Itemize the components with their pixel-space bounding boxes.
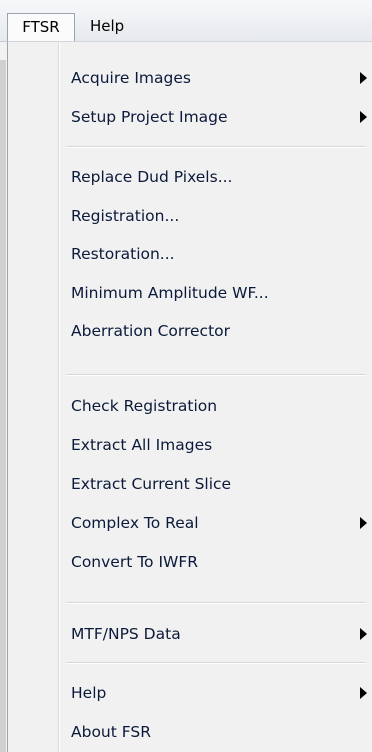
menu-item-label: Extract Current Slice: [71, 475, 232, 493]
window-edge: [0, 60, 6, 752]
menu-item-complex-to-real[interactable]: Complex To Real: [8, 504, 367, 542]
menu-separator: [66, 146, 366, 148]
menu-item-label: Aberration Corrector: [71, 322, 230, 340]
ftsr-dropdown-menu: Acquire Images Setup Project Image Repla…: [7, 41, 372, 752]
menu-item-aberration-corrector[interactable]: Aberration Corrector: [8, 312, 365, 350]
menu-item-label: Complex To Real: [71, 514, 199, 532]
menubar-ftsr[interactable]: FTSR: [7, 13, 75, 42]
submenu-arrow-icon: [360, 517, 367, 529]
menu-separator: [66, 602, 366, 604]
menu-item-setup-project-image[interactable]: Setup Project Image: [8, 98, 367, 136]
menu-item-label: MTF/NPS Data: [71, 625, 181, 643]
menu-item-registration[interactable]: Registration...: [8, 197, 365, 235]
submenu-arrow-icon: [360, 628, 367, 640]
menu-item-about-fsr[interactable]: About FSR: [8, 713, 365, 751]
menu-item-label: Restoration...: [71, 245, 175, 263]
submenu-arrow-icon: [360, 687, 367, 699]
menu-item-label: Setup Project Image: [71, 108, 228, 126]
submenu-arrow-icon: [360, 111, 367, 123]
menu-separator: [66, 374, 366, 376]
menu-item-label: About FSR: [71, 723, 152, 741]
menu-item-label: Replace Dud Pixels...: [71, 168, 233, 186]
menubar-help[interactable]: Help: [81, 13, 133, 42]
menu-item-label: Convert To IWFR: [71, 553, 199, 571]
menu-item-extract-current-slice[interactable]: Extract Current Slice: [8, 465, 365, 503]
menu-item-label: Minimum Amplitude WF...: [71, 284, 269, 302]
menu-item-minimum-amplitude-wf[interactable]: Minimum Amplitude WF...: [8, 274, 365, 312]
menu-item-acquire-images[interactable]: Acquire Images: [8, 59, 367, 97]
menu-item-label: Registration...: [71, 207, 180, 225]
menu-separator: [66, 662, 366, 664]
menu-item-restoration[interactable]: Restoration...: [8, 235, 365, 273]
menu-item-label: Help: [71, 684, 107, 702]
menu-item-convert-to-iwfr[interactable]: Convert To IWFR: [8, 543, 365, 581]
menu-bar: FTSR Help: [0, 0, 372, 42]
menu-item-label: Check Registration: [71, 397, 218, 415]
menu-item-help[interactable]: Help: [8, 674, 367, 712]
menu-item-check-registration[interactable]: Check Registration: [8, 387, 365, 425]
submenu-arrow-icon: [360, 72, 367, 84]
menu-item-replace-dud-pixels[interactable]: Replace Dud Pixels...: [8, 158, 365, 196]
menu-item-label: Acquire Images: [71, 69, 191, 87]
menu-item-label: Extract All Images: [71, 436, 213, 454]
menu-item-mtf-nps-data[interactable]: MTF/NPS Data: [8, 615, 367, 653]
menu-item-extract-all-images[interactable]: Extract All Images: [8, 426, 365, 464]
